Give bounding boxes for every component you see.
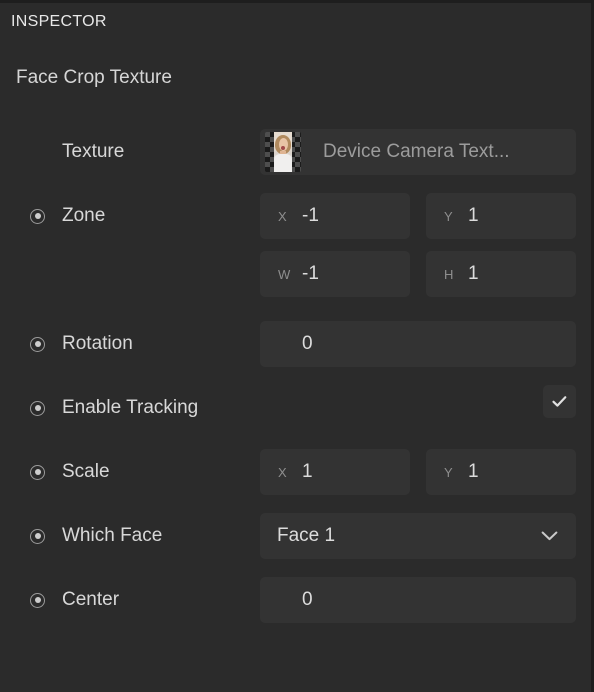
property-row-scale: Scale X 1 Y 1 bbox=[0, 440, 594, 504]
property-row-zone: Zone X -1 Y 1 W -1 H 1 bbox=[0, 184, 594, 312]
checkmark-icon bbox=[552, 396, 567, 407]
bullet-icon[interactable] bbox=[30, 592, 45, 608]
texture-label: Texture bbox=[62, 141, 125, 162]
enable-tracking-label-wrap: Enable Tracking bbox=[30, 394, 198, 422]
property-row-texture: Texture Device Camera Text... bbox=[0, 120, 594, 184]
scale-y-input[interactable]: Y 1 bbox=[426, 449, 576, 495]
bullet-icon[interactable] bbox=[30, 208, 45, 224]
which-face-dropdown[interactable]: Face 1 bbox=[260, 513, 576, 559]
scale-label: Scale bbox=[62, 461, 110, 482]
which-face-value: Face 1 bbox=[277, 525, 336, 546]
zone-h-input[interactable]: H 1 bbox=[426, 251, 576, 297]
thumbnail-body bbox=[274, 154, 292, 172]
property-row-which-face: Which Face Face 1 bbox=[0, 504, 594, 568]
panel-top-edge bbox=[0, 0, 594, 3]
texture-field[interactable]: Device Camera Text... bbox=[260, 129, 576, 175]
scale-x-value: 1 bbox=[302, 461, 313, 482]
zone-w-input[interactable]: W -1 bbox=[260, 251, 410, 297]
zone-w-axis-label: W bbox=[278, 266, 291, 282]
zone-x-value: -1 bbox=[302, 205, 319, 226]
bullet-icon[interactable] bbox=[30, 464, 45, 480]
rotation-input[interactable]: 0 bbox=[260, 321, 576, 367]
zone-h-value: 1 bbox=[468, 263, 479, 284]
bullet-icon[interactable] bbox=[30, 400, 45, 416]
scale-x-input[interactable]: X 1 bbox=[260, 449, 410, 495]
zone-w-value: -1 bbox=[302, 263, 319, 284]
zone-label: Zone bbox=[62, 205, 106, 226]
rotation-value: 0 bbox=[302, 333, 313, 354]
thumbnail-mouth bbox=[281, 145, 285, 150]
zone-y-axis-label: Y bbox=[444, 208, 453, 224]
which-face-label-wrap: Which Face bbox=[30, 522, 162, 550]
texture-label-wrap: Texture bbox=[62, 138, 124, 166]
property-row-center: Center 0 bbox=[0, 568, 594, 632]
zone-x-input[interactable]: X -1 bbox=[260, 193, 410, 239]
center-value: 0 bbox=[302, 589, 313, 610]
scale-x-axis-label: X bbox=[278, 464, 287, 480]
scale-y-value: 1 bbox=[468, 461, 479, 482]
thumbnail-photo bbox=[274, 132, 292, 172]
zone-x-axis-label: X bbox=[278, 208, 287, 224]
bullet-icon[interactable] bbox=[30, 336, 45, 352]
zone-h-axis-label: H bbox=[444, 266, 454, 282]
which-face-label: Which Face bbox=[62, 525, 163, 546]
enable-tracking-label: Enable Tracking bbox=[62, 397, 199, 418]
face-thumbnail-icon bbox=[265, 132, 301, 172]
scale-label-wrap: Scale bbox=[30, 458, 110, 486]
center-input[interactable]: 0 bbox=[260, 577, 576, 623]
property-row-rotation: Rotation 0 bbox=[0, 312, 594, 376]
rotation-label: Rotation bbox=[62, 333, 133, 354]
enable-tracking-checkbox[interactable] bbox=[543, 385, 576, 418]
zone-y-input[interactable]: Y 1 bbox=[426, 193, 576, 239]
center-label-wrap: Center bbox=[30, 586, 119, 614]
zone-label-wrap: Zone bbox=[30, 202, 105, 230]
panel-title: INSPECTOR bbox=[11, 13, 107, 30]
chevron-down-icon bbox=[541, 531, 558, 542]
texture-value: Device Camera Text... bbox=[323, 141, 510, 162]
property-row-enable-tracking: Enable Tracking bbox=[0, 376, 594, 440]
inspector-panel: INSPECTOR Face Crop Texture Texture Devi… bbox=[0, 0, 594, 692]
component-title: Face Crop Texture bbox=[16, 67, 172, 88]
property-rows: Texture Device Camera Text... Zone X -1 … bbox=[0, 120, 594, 632]
scale-y-axis-label: Y bbox=[444, 464, 453, 480]
zone-y-value: 1 bbox=[468, 205, 479, 226]
center-label: Center bbox=[62, 589, 120, 610]
bullet-icon[interactable] bbox=[30, 528, 45, 544]
rotation-label-wrap: Rotation bbox=[30, 330, 133, 358]
